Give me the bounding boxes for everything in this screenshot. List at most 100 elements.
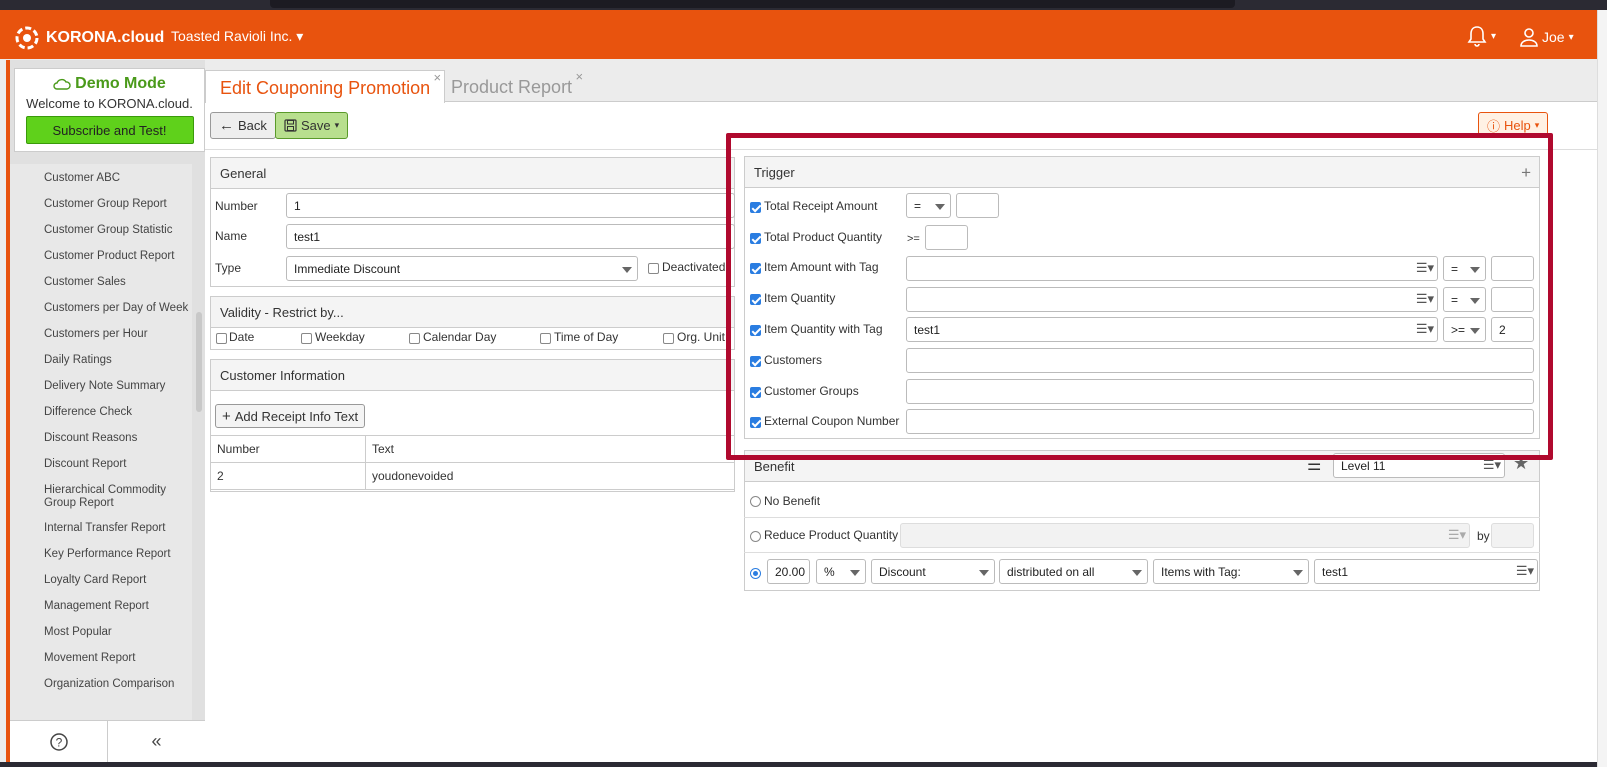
item-quantity-with-tag-select[interactable]: test1 ☰▾ xyxy=(906,317,1438,342)
sidebar-item-internal-transfer-report[interactable]: Internal Transfer Report xyxy=(10,522,192,548)
time-of-day-checkbox[interactable] xyxy=(540,333,551,344)
total-product-quantity-value[interactable] xyxy=(925,225,968,250)
deactivated-checkbox[interactable] xyxy=(648,263,659,274)
item-quantity-with-tag-value[interactable]: 2 xyxy=(1491,317,1534,342)
total-receipt-amount-value[interactable] xyxy=(956,193,999,218)
help-circle-icon[interactable]: ? xyxy=(10,721,108,762)
calendar-day-checkbox[interactable] xyxy=(409,333,420,344)
trigger-title: Trigger xyxy=(745,157,1539,188)
url-bar[interactable] xyxy=(270,0,1235,8)
item-quantity-with-tag-label: Item Quantity with Tag xyxy=(764,322,883,336)
customers-checkbox[interactable] xyxy=(750,356,761,367)
type-select[interactable]: Immediate Discount xyxy=(286,256,638,281)
distribution-select[interactable]: distributed on all xyxy=(999,559,1148,584)
item-quantity-with-tag-checkbox[interactable] xyxy=(750,325,761,336)
item-quantity-value[interactable] xyxy=(1491,287,1534,312)
korona-logo-icon xyxy=(15,26,39,50)
sidebar-item-hierarchical-commodity-group-report[interactable]: Hierarchical Commodity Group Report xyxy=(10,484,192,522)
save-label: Save xyxy=(301,118,331,133)
notifications-button[interactable]: ▾ xyxy=(1467,25,1496,47)
close-icon[interactable]: × xyxy=(575,69,583,84)
sidebar-item-loyalty-card-report[interactable]: Loyalty Card Report xyxy=(10,574,192,600)
column-header-number[interactable]: Number xyxy=(210,435,366,463)
item-quantity-checkbox[interactable] xyxy=(750,294,761,305)
chevron-down-icon xyxy=(850,570,860,576)
sidebar-item-customers-per-hour[interactable]: Customers per Hour xyxy=(10,328,192,354)
number-field[interactable]: 1 xyxy=(286,193,735,218)
back-button[interactable]: ← Back xyxy=(210,112,276,139)
item-amount-with-tag-operator[interactable]: = xyxy=(1443,256,1486,281)
reduce-by-field[interactable] xyxy=(1491,523,1534,548)
reduce-product-quantity-radio[interactable] xyxy=(750,531,761,542)
layers-icon[interactable]: ☰ xyxy=(1307,455,1321,475)
sidebar-item-customer-group-report[interactable]: Customer Group Report xyxy=(10,198,192,224)
sidebar-item-management-report[interactable]: Management Report xyxy=(10,600,192,626)
chevron-down-icon: ▾ xyxy=(334,120,340,130)
sidebar-item-customer-sales[interactable]: Customer Sales xyxy=(10,276,192,302)
tab-edit-couponing-promotion[interactable]: Edit Couponing Promotion × xyxy=(205,70,446,103)
collapse-sidebar-icon[interactable]: « xyxy=(108,721,205,762)
page-scrollbar[interactable] xyxy=(1597,10,1607,767)
item-quantity-operator[interactable]: = xyxy=(1443,287,1486,312)
demo-mode-title: Demo Mode xyxy=(15,75,204,93)
item-quantity-label: Item Quantity xyxy=(764,291,836,305)
discount-unit-select[interactable]: % xyxy=(816,559,866,584)
receipt-info-table: Number Text 2 youdonevoided xyxy=(210,435,735,490)
sidebar-item-customer-abc[interactable]: Customer ABC xyxy=(10,172,192,198)
date-checkbox[interactable] xyxy=(216,333,227,344)
cell-number: 2 xyxy=(210,462,366,490)
item-quantity-with-tag-operator[interactable]: >= xyxy=(1443,317,1486,342)
sidebar-item-key-performance-report[interactable]: Key Performance Report xyxy=(10,548,192,574)
total-product-quantity-checkbox[interactable] xyxy=(750,233,761,244)
customers-field[interactable] xyxy=(906,348,1534,373)
total-receipt-amount-checkbox[interactable] xyxy=(750,202,761,213)
sidebar-item-organization-comparison[interactable]: Organization Comparison xyxy=(10,678,192,704)
level-select[interactable]: Level 11 ☰▾ xyxy=(1333,453,1505,478)
user-menu[interactable]: Joe ▾ xyxy=(1520,27,1574,47)
discount-type-select[interactable]: Discount xyxy=(871,559,995,584)
total-receipt-amount-operator[interactable]: = xyxy=(906,193,951,218)
org-unit-checkbox[interactable] xyxy=(663,333,674,344)
sidebar-scrollbar[interactable] xyxy=(196,312,202,412)
sidebar-item-customers-per-day-of-week[interactable]: Customers per Day of Week xyxy=(10,302,192,328)
help-circle-icon: ⓘ xyxy=(1487,118,1501,134)
plus-icon[interactable]: + xyxy=(1521,163,1531,183)
sidebar-item-movement-report[interactable]: Movement Report xyxy=(10,652,192,678)
discount-benefit-radio[interactable] xyxy=(750,568,761,579)
sidebar-item-discount-report[interactable]: Discount Report xyxy=(10,458,192,484)
reduce-product-select[interactable]: ☰▾ xyxy=(900,523,1470,548)
target-select[interactable]: Items with Tag: xyxy=(1153,559,1309,584)
no-benefit-radio[interactable] xyxy=(750,496,761,507)
help-button[interactable]: ⓘ Help ▾ xyxy=(1478,112,1549,138)
external-coupon-number-checkbox[interactable] xyxy=(750,417,761,428)
subscribe-button[interactable]: Subscribe and Test! xyxy=(25,116,194,144)
column-header-text[interactable]: Text xyxy=(365,435,735,463)
discount-amount-field[interactable]: 20.00 xyxy=(767,559,810,584)
item-quantity-select[interactable]: ☰▾ xyxy=(906,287,1438,312)
customer-groups-checkbox[interactable] xyxy=(750,387,761,398)
customer-groups-field[interactable] xyxy=(906,379,1534,404)
star-icon[interactable]: ★ xyxy=(1513,453,1529,474)
save-button[interactable]: Save ▾ xyxy=(275,112,349,139)
sidebar-item-difference-check[interactable]: Difference Check xyxy=(10,406,192,432)
sidebar-item-customer-product-report[interactable]: Customer Product Report xyxy=(10,250,192,276)
sidebar-item-most-popular[interactable]: Most Popular xyxy=(10,626,192,652)
name-field[interactable]: test1 xyxy=(286,224,735,249)
add-receipt-info-button[interactable]: + Add Receipt Info Text xyxy=(215,404,366,428)
sidebar-item-discount-reasons[interactable]: Discount Reasons xyxy=(10,432,192,458)
company-selector[interactable]: Toasted Ravioli Inc. ▾ xyxy=(171,28,303,45)
table-row[interactable]: 2 youdonevoided xyxy=(210,462,735,490)
tab-product-report[interactable]: Product Report × xyxy=(437,69,586,103)
external-coupon-number-field[interactable] xyxy=(906,409,1534,434)
item-amount-with-tag-select[interactable]: ☰▾ xyxy=(906,256,1438,281)
item-amount-with-tag-value[interactable] xyxy=(1491,256,1534,281)
sidebar-item-customer-group-statistic[interactable]: Customer Group Statistic xyxy=(10,224,192,250)
deactivated-label: Deactivated xyxy=(662,260,726,274)
korona-logo[interactable]: KORONA.cloud xyxy=(12,24,164,52)
weekday-checkbox[interactable] xyxy=(301,333,312,344)
browser-chrome xyxy=(0,0,1607,10)
sidebar-item-delivery-note-summary[interactable]: Delivery Note Summary xyxy=(10,380,192,406)
benefit-tag-select[interactable]: test1 ☰▾ xyxy=(1314,559,1538,584)
item-amount-with-tag-checkbox[interactable] xyxy=(750,263,761,274)
sidebar-item-daily-ratings[interactable]: Daily Ratings xyxy=(10,354,192,380)
